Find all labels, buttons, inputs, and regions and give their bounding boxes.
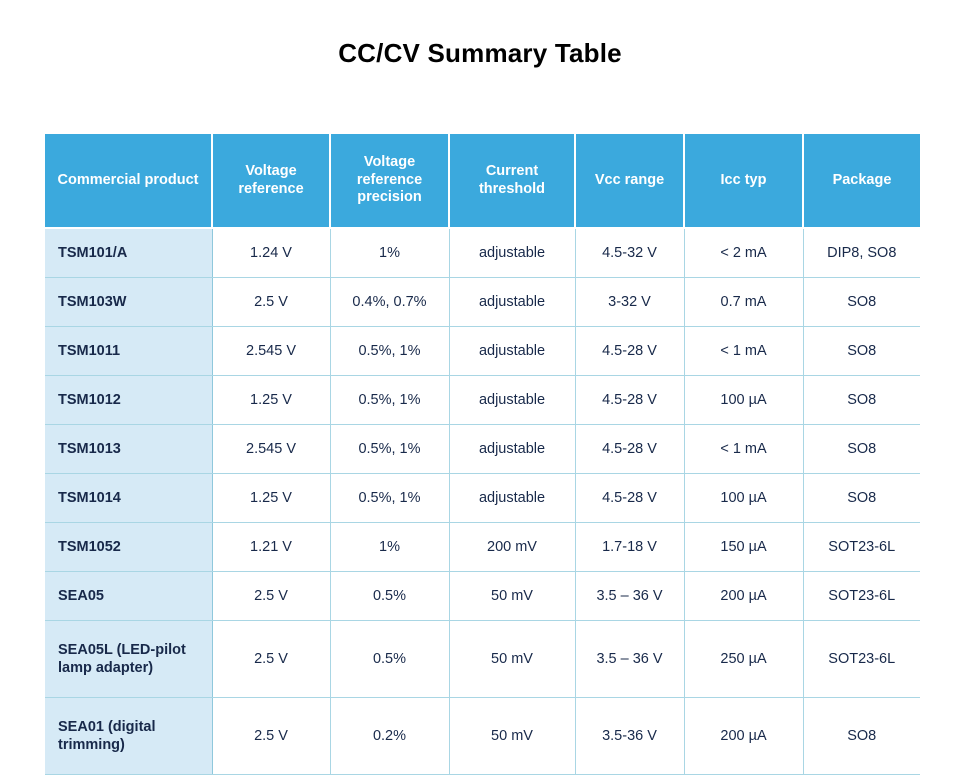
column-header-voltage-reference-precision: Voltage reference precision xyxy=(330,134,450,229)
cell-product: TSM103W xyxy=(45,277,213,327)
summary-table-container: Commercial product Voltage reference Vol… xyxy=(45,134,920,775)
cell-icc-typ: < 1 mA xyxy=(684,326,804,376)
cell-current-threshold: adjustable xyxy=(449,228,576,278)
cell-icc-typ: 200 µA xyxy=(684,571,804,621)
column-header-current-threshold: Current threshold xyxy=(449,134,576,229)
cell-voltage-reference-precision: 0.2% xyxy=(330,697,450,775)
cell-current-threshold: adjustable xyxy=(449,326,576,376)
cell-voltage-reference-precision: 0.5% xyxy=(330,571,450,621)
cell-icc-typ: 200 µA xyxy=(684,697,804,775)
cell-voltage-reference: 1.25 V xyxy=(212,375,331,425)
cell-package: SO8 xyxy=(803,375,920,425)
table-header-row: Commercial product Voltage reference Vol… xyxy=(45,134,920,229)
table-row: TSM1011 2.545 V 0.5%, 1% adjustable 4.5-… xyxy=(45,326,920,376)
table-row: TSM1014 1.25 V 0.5%, 1% adjustable 4.5-2… xyxy=(45,473,920,523)
cell-icc-typ: < 2 mA xyxy=(684,228,804,278)
cell-voltage-reference-precision: 0.5% xyxy=(330,620,450,698)
cell-voltage-reference: 1.25 V xyxy=(212,473,331,523)
cell-product: SEA05L (LED-pilot lamp adapter) xyxy=(45,620,213,698)
table-row: TSM101/A 1.24 V 1% adjustable 4.5-32 V <… xyxy=(45,228,920,278)
cell-package: SOT23-6L xyxy=(803,522,920,572)
cell-current-threshold: adjustable xyxy=(449,424,576,474)
cell-current-threshold: 50 mV xyxy=(449,571,576,621)
cell-package: SOT23-6L xyxy=(803,571,920,621)
cell-package: SO8 xyxy=(803,277,920,327)
cell-icc-typ: < 1 mA xyxy=(684,424,804,474)
table-row: TSM1013 2.545 V 0.5%, 1% adjustable 4.5-… xyxy=(45,424,920,474)
column-header-icc-typ: Icc typ xyxy=(684,134,804,229)
cell-current-threshold: adjustable xyxy=(449,375,576,425)
cell-voltage-reference-precision: 0.5%, 1% xyxy=(330,326,450,376)
table-row: SEA05 2.5 V 0.5% 50 mV 3.5 – 36 V 200 µA… xyxy=(45,571,920,621)
cell-current-threshold: 200 mV xyxy=(449,522,576,572)
cell-product: TSM1014 xyxy=(45,473,213,523)
cell-icc-typ: 100 µA xyxy=(684,473,804,523)
cell-vcc-range: 4.5-28 V xyxy=(575,375,685,425)
cell-voltage-reference: 2.5 V xyxy=(212,697,331,775)
cell-vcc-range: 3.5 – 36 V xyxy=(575,620,685,698)
cell-product: TSM1012 xyxy=(45,375,213,425)
column-header-vcc-range: Vcc range xyxy=(575,134,685,229)
table-row: SEA05L (LED-pilot lamp adapter) 2.5 V 0.… xyxy=(45,620,920,698)
cell-vcc-range: 4.5-28 V xyxy=(575,326,685,376)
cell-voltage-reference: 1.21 V xyxy=(212,522,331,572)
table-row: TSM1052 1.21 V 1% 200 mV 1.7-18 V 150 µA… xyxy=(45,522,920,572)
cell-vcc-range: 3.5 – 36 V xyxy=(575,571,685,621)
cell-voltage-reference-precision: 1% xyxy=(330,228,450,278)
cell-current-threshold: adjustable xyxy=(449,277,576,327)
table-row: TSM1012 1.25 V 0.5%, 1% adjustable 4.5-2… xyxy=(45,375,920,425)
table-header: Commercial product Voltage reference Vol… xyxy=(45,134,920,229)
cell-product: SEA05 xyxy=(45,571,213,621)
cell-voltage-reference-precision: 0.5%, 1% xyxy=(330,375,450,425)
table-body: TSM101/A 1.24 V 1% adjustable 4.5-32 V <… xyxy=(45,228,920,775)
cell-voltage-reference-precision: 0.5%, 1% xyxy=(330,473,450,523)
cell-icc-typ: 250 µA xyxy=(684,620,804,698)
cell-package: SO8 xyxy=(803,424,920,474)
cell-product: TSM1011 xyxy=(45,326,213,376)
cell-vcc-range: 3.5-36 V xyxy=(575,697,685,775)
cc-cv-summary-table: Commercial product Voltage reference Vol… xyxy=(45,134,920,775)
cell-product: TSM101/A xyxy=(45,228,213,278)
table-row: SEA01 (digital trimming) 2.5 V 0.2% 50 m… xyxy=(45,697,920,775)
table-row: TSM103W 2.5 V 0.4%, 0.7% adjustable 3-32… xyxy=(45,277,920,327)
cell-voltage-reference: 1.24 V xyxy=(212,228,331,278)
cell-icc-typ: 100 µA xyxy=(684,375,804,425)
column-header-commercial-product: Commercial product xyxy=(45,134,213,229)
cell-vcc-range: 1.7-18 V xyxy=(575,522,685,572)
cell-voltage-reference-precision: 0.5%, 1% xyxy=(330,424,450,474)
cell-voltage-reference-precision: 0.4%, 0.7% xyxy=(330,277,450,327)
cell-current-threshold: 50 mV xyxy=(449,697,576,775)
cell-vcc-range: 4.5-28 V xyxy=(575,424,685,474)
cell-product: SEA01 (digital trimming) xyxy=(45,697,213,775)
cell-product: TSM1013 xyxy=(45,424,213,474)
page-title: CC/CV Summary Table xyxy=(338,38,622,68)
cell-voltage-reference: 2.5 V xyxy=(212,620,331,698)
cell-vcc-range: 4.5-28 V xyxy=(575,473,685,523)
cell-product: TSM1052 xyxy=(45,522,213,572)
cell-voltage-reference: 2.5 V xyxy=(212,571,331,621)
cell-package: SO8 xyxy=(803,326,920,376)
cell-package: DIP8, SO8 xyxy=(803,228,920,278)
column-header-package: Package xyxy=(803,134,920,229)
cell-voltage-reference: 2.545 V xyxy=(212,326,331,376)
slide-canvas: CC/CV Summary Table Commercial product V… xyxy=(0,0,960,775)
cell-package: SO8 xyxy=(803,697,920,775)
cell-icc-typ: 150 µA xyxy=(684,522,804,572)
cell-voltage-reference: 2.545 V xyxy=(212,424,331,474)
cell-icc-typ: 0.7 mA xyxy=(684,277,804,327)
cell-current-threshold: adjustable xyxy=(449,473,576,523)
cell-package: SO8 xyxy=(803,473,920,523)
cell-vcc-range: 4.5-32 V xyxy=(575,228,685,278)
cell-current-threshold: 50 mV xyxy=(449,620,576,698)
cell-vcc-range: 3-32 V xyxy=(575,277,685,327)
cell-package: SOT23-6L xyxy=(803,620,920,698)
column-header-voltage-reference: Voltage reference xyxy=(212,134,331,229)
cell-voltage-reference-precision: 1% xyxy=(330,522,450,572)
cell-voltage-reference: 2.5 V xyxy=(212,277,331,327)
